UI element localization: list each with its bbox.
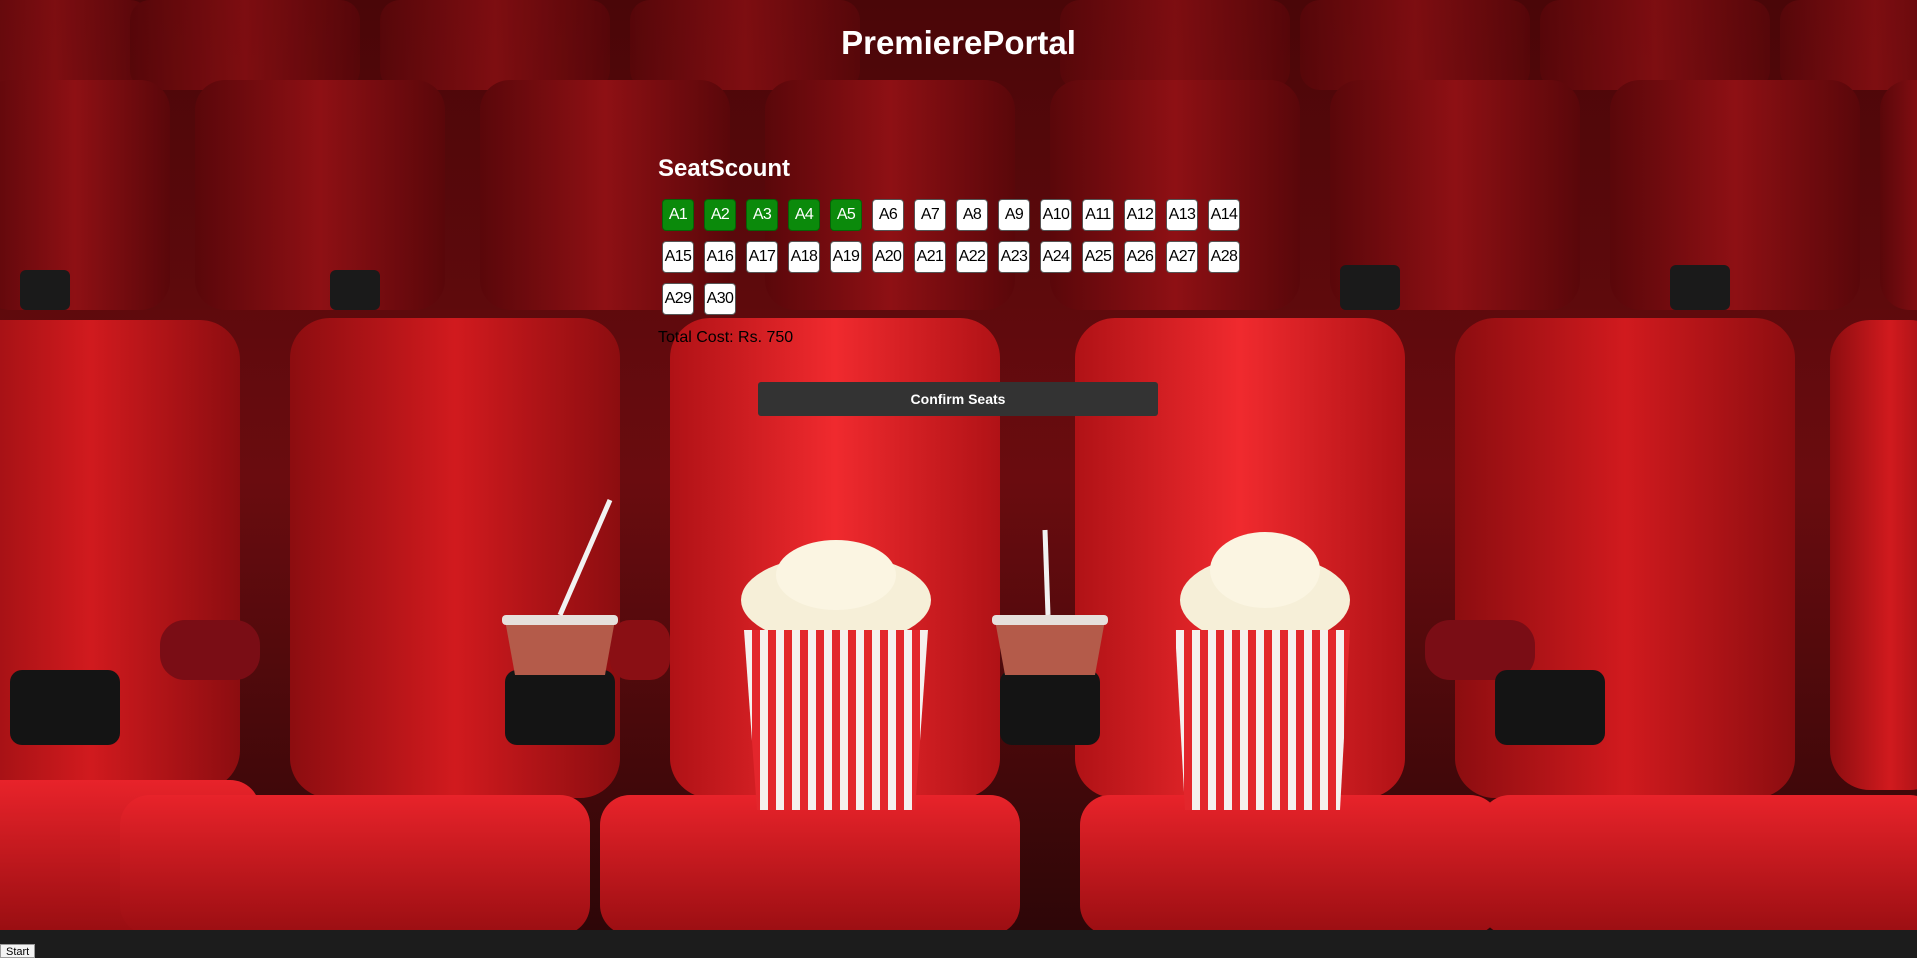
seat-a5-button[interactable]: A5 xyxy=(830,199,862,231)
seat-a8-button[interactable]: A8 xyxy=(956,199,988,231)
seat-a22-button[interactable]: A22 xyxy=(956,241,988,273)
seat-a10-button[interactable]: A10 xyxy=(1040,199,1072,231)
seat-a27-button[interactable]: A27 xyxy=(1166,241,1198,273)
seat-a18-button[interactable]: A18 xyxy=(788,241,820,273)
seat-a20-button[interactable]: A20 xyxy=(872,241,904,273)
seat-booking-panel: SeatScount A1 A2 A3 A4 A5 A6 A7 A8 A9 A10 A11 A12 A1… xyxy=(658,155,1258,347)
seat-a24-button[interactable]: A24 xyxy=(1040,241,1072,273)
seat-a1-button[interactable]: A1 xyxy=(662,199,694,231)
seat-a15-button[interactable]: A15 xyxy=(662,241,694,273)
seat-a4-button[interactable]: A4 xyxy=(788,199,820,231)
seat-a19-button[interactable]: A19 xyxy=(830,241,862,273)
seat-a17-button[interactable]: A17 xyxy=(746,241,778,273)
seat-a12-button[interactable]: A12 xyxy=(1124,199,1156,231)
seat-grid: A1 A2 A3 A4 A5 A6 A7 A8 A9 A10 A11 A12 A13 A14 A15 A16 A… xyxy=(662,199,1262,325)
seat-a6-button[interactable]: A6 xyxy=(872,199,904,231)
seat-a3-button[interactable]: A3 xyxy=(746,199,778,231)
seat-a30-button[interactable]: A30 xyxy=(704,283,736,315)
seat-a28-button[interactable]: A28 xyxy=(1208,241,1240,273)
confirm-seats-button[interactable]: Confirm Seats xyxy=(758,382,1158,416)
seat-a14-button[interactable]: A14 xyxy=(1208,199,1240,231)
seat-a29-button[interactable]: A29 xyxy=(662,283,694,315)
seat-a9-button[interactable]: A9 xyxy=(998,199,1030,231)
start-button[interactable]: Start xyxy=(0,944,36,958)
seat-a16-button[interactable]: A16 xyxy=(704,241,736,273)
cinema-background-image xyxy=(0,0,1917,958)
total-cost: Total Cost: Rs. 750 xyxy=(658,329,794,346)
seat-a23-button[interactable]: A23 xyxy=(998,241,1030,273)
seat-a13-button[interactable]: A13 xyxy=(1166,199,1198,231)
seat-a21-button[interactable]: A21 xyxy=(914,241,946,273)
page: PremierePortal SeatScount A1 A2 A3 A4 A5 A6 A7… xyxy=(0,0,1917,958)
booking-title: SeatScount xyxy=(658,155,791,182)
seat-a25-button[interactable]: A25 xyxy=(1082,241,1114,273)
seat-a11-button[interactable]: A11 xyxy=(1082,199,1114,231)
seat-a2-button[interactable]: A2 xyxy=(704,199,736,231)
seat-a26-button[interactable]: A26 xyxy=(1124,241,1156,273)
app-title: PremierePortal xyxy=(841,24,1076,61)
seat-a7-button[interactable]: A7 xyxy=(914,199,946,231)
